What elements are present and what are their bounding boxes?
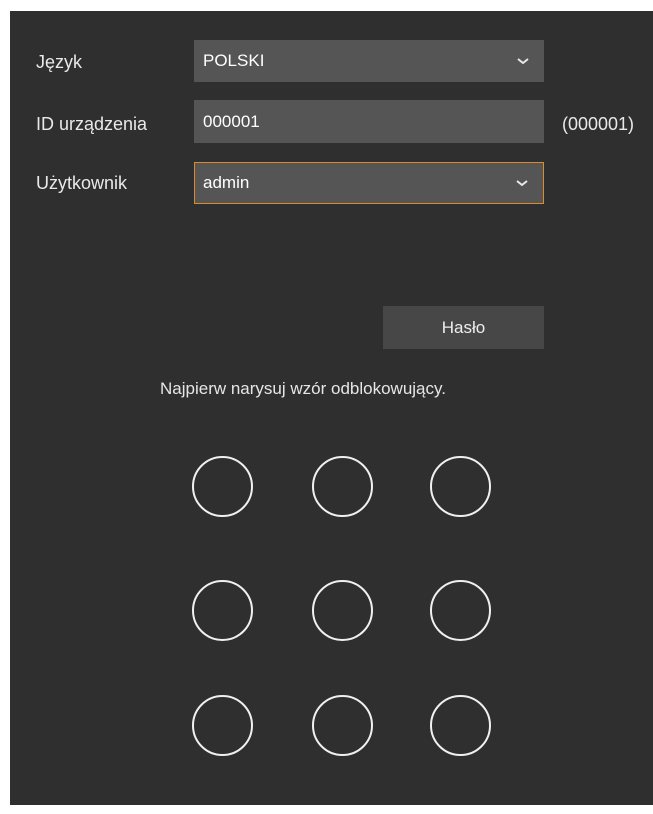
device-id-hint: (000001) — [562, 114, 635, 134]
pattern-dot-5[interactable] — [312, 580, 373, 641]
pattern-dot-7[interactable] — [192, 695, 253, 756]
language-select[interactable]: POLSKI — [194, 40, 544, 82]
device-id-field[interactable]: 000001 — [194, 100, 544, 143]
user-select[interactable]: admin — [194, 162, 544, 204]
password-button[interactable]: Hasło — [383, 306, 544, 349]
login-panel: Język POLSKI ID urządzenia 000001 (00000… — [10, 11, 653, 805]
pattern-dot-6[interactable] — [430, 580, 491, 641]
pattern-dot-3[interactable] — [430, 456, 491, 517]
pattern-dot-8[interactable] — [312, 695, 373, 756]
pattern-instruction: Najpierw narysuj wzór odblokowujący. — [160, 379, 446, 398]
chevron-down-icon — [517, 58, 529, 65]
pattern-dot-1[interactable] — [192, 456, 253, 517]
language-value: POLSKI — [203, 51, 265, 70]
pattern-dot-4[interactable] — [192, 580, 253, 641]
user-label: Użytkownik — [36, 173, 128, 193]
language-label: Język — [36, 52, 83, 72]
device-id-label: ID urządzenia — [36, 114, 148, 134]
chevron-down-icon — [516, 180, 528, 187]
pattern-dot-2[interactable] — [312, 456, 373, 517]
user-value: admin — [203, 173, 250, 192]
pattern-dot-9[interactable] — [430, 695, 491, 756]
device-id-value: 000001 — [203, 112, 260, 131]
